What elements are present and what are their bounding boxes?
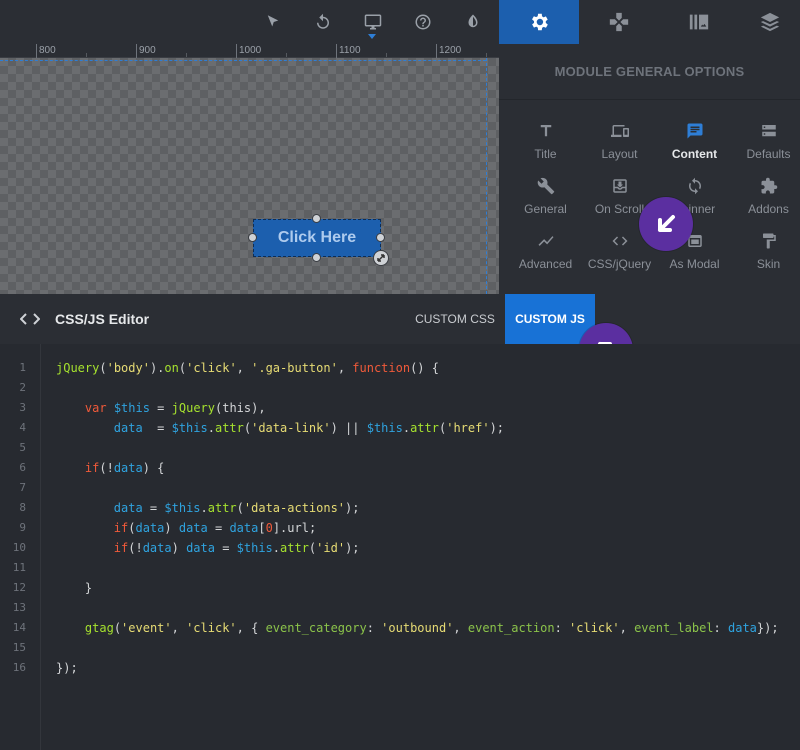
arrow-down-left-icon	[658, 215, 675, 232]
line-number: 14	[12, 621, 26, 634]
defaults-icon	[761, 125, 776, 137]
line-number: 2	[19, 381, 26, 394]
device-indicator	[368, 34, 376, 39]
line-number: 3	[19, 401, 26, 414]
line-number: 4	[19, 421, 26, 434]
gamepad-tab[interactable]	[579, 0, 659, 44]
library-icon	[689, 14, 709, 30]
option-content[interactable]: Content	[657, 122, 732, 172]
desktop-icon[interactable]	[361, 10, 385, 34]
guide-line	[0, 60, 486, 61]
content-icon	[687, 123, 702, 139]
code-editor[interactable]: 1 2 3 4 5 6 7 8 9 10 11 12 13 14 15 16 jQuery('body').o…	[0, 344, 800, 750]
stage-canvas[interactable]: Click Here	[0, 58, 499, 294]
resize-handle-left[interactable]	[248, 233, 257, 242]
panel-title: MODULE GENERAL OPTIONS	[499, 44, 800, 100]
gamepad-icon	[609, 12, 629, 32]
line-number: 16	[12, 661, 26, 674]
code-icon	[19, 310, 41, 328]
option-skin[interactable]: Skin	[731, 232, 800, 282]
line-number: 11	[12, 561, 26, 574]
code-line[interactable]: data = $this.attr('data-actions');	[56, 498, 360, 518]
line-number: 8	[19, 501, 26, 514]
line-number-gutter: 1 2 3 4 5 6 7 8 9 10 11 12 13 14 15 16	[0, 344, 41, 750]
option-label: On Scroll	[594, 202, 645, 216]
chart-line-icon	[538, 236, 553, 246]
spinner-icon	[688, 177, 701, 195]
paint-roller-icon	[762, 233, 776, 249]
code-line[interactable]: var $this = jQuery(this),	[56, 398, 266, 418]
puzzle-icon	[761, 177, 777, 194]
code-line[interactable]: });	[56, 658, 78, 678]
line-number: 12	[12, 581, 26, 594]
module-options-panel: MODULE GENERAL OPTIONS Title Layout Cont…	[499, 44, 800, 294]
option-label: As Modal	[669, 257, 720, 271]
option-label: Title	[534, 147, 557, 161]
option-label: Addons	[748, 202, 789, 216]
ruler-label: 900	[139, 45, 156, 56]
code-line[interactable]: jQuery('body').on('click', '.ga-button',…	[56, 358, 439, 378]
line-number: 6	[19, 461, 26, 474]
tutorial-marker	[639, 197, 693, 251]
option-general[interactable]: General	[508, 177, 583, 227]
line-number: 7	[19, 481, 26, 494]
line-number: 15	[12, 641, 26, 654]
ruler-label: 1100	[339, 45, 361, 56]
line-number: 5	[19, 441, 26, 454]
resize-corner-handle[interactable]	[373, 250, 389, 266]
code-line[interactable]: data = $this.attr('data-link') || $this.…	[56, 418, 504, 438]
option-title[interactable]: Title	[508, 122, 583, 172]
code-line[interactable]: if(!data) data = $this.attr('id');	[56, 538, 360, 558]
contrast-icon[interactable]	[461, 10, 485, 34]
resize-handle-bottom[interactable]	[312, 253, 321, 262]
option-advanced[interactable]: Advanced	[508, 232, 583, 282]
code-line[interactable]: }	[56, 578, 92, 598]
on-scroll-icon	[612, 179, 627, 193]
library-tab[interactable]	[659, 0, 739, 44]
code-line[interactable]: if(!data) {	[56, 458, 165, 478]
line-number: 13	[12, 601, 26, 614]
option-defaults[interactable]: Defaults	[731, 122, 800, 172]
top-toolbar	[0, 0, 800, 44]
layout-icon	[610, 125, 629, 137]
option-label: CSS/jQuery	[587, 257, 652, 271]
guide-line	[486, 58, 487, 294]
title-icon	[540, 125, 551, 137]
line-number: 9	[19, 521, 26, 534]
option-layout[interactable]: Layout	[582, 122, 657, 172]
option-label: Content	[671, 147, 718, 161]
cursor-icon[interactable]	[261, 10, 285, 34]
layers-tab[interactable]	[739, 0, 800, 44]
settings-tab[interactable]	[499, 0, 579, 44]
option-label: General	[524, 202, 567, 216]
editor-header: CSS/JS Editor CUSTOM CSS CUSTOM JS	[0, 294, 800, 344]
ruler-label: 1000	[239, 45, 262, 56]
code-line[interactable]: if(data) data = data[0].url;	[56, 518, 316, 538]
code-icon	[612, 236, 627, 246]
resize-handle-top[interactable]	[312, 214, 321, 223]
click-here-button[interactable]: Click Here	[253, 219, 381, 257]
ruler-label: 800	[39, 45, 56, 56]
resize-icon	[377, 254, 385, 262]
gear-icon	[532, 13, 548, 31]
ruler-label: 1200	[439, 45, 462, 56]
undo-icon[interactable]	[311, 10, 335, 34]
line-number: 1	[19, 361, 26, 374]
horizontal-ruler: 800 900 1000 1100 1200	[0, 44, 499, 58]
option-label: Advanced	[518, 257, 573, 271]
option-label: Skin	[756, 257, 781, 271]
editor-title: CSS/JS Editor	[55, 311, 150, 327]
help-icon[interactable]	[411, 10, 435, 34]
wrench-icon	[537, 177, 554, 195]
layers-icon	[760, 12, 779, 32]
line-number: 10	[12, 541, 26, 554]
option-label: Defaults	[746, 147, 791, 161]
resize-handle-right[interactable]	[376, 233, 385, 242]
tab-custom-css[interactable]: CUSTOM CSS	[405, 294, 505, 344]
code-line[interactable]: gtag('event', 'click', { event_category:…	[56, 618, 779, 638]
option-label: Layout	[601, 147, 638, 161]
option-addons[interactable]: Addons	[731, 177, 800, 227]
button-label: Click Here	[277, 229, 357, 246]
